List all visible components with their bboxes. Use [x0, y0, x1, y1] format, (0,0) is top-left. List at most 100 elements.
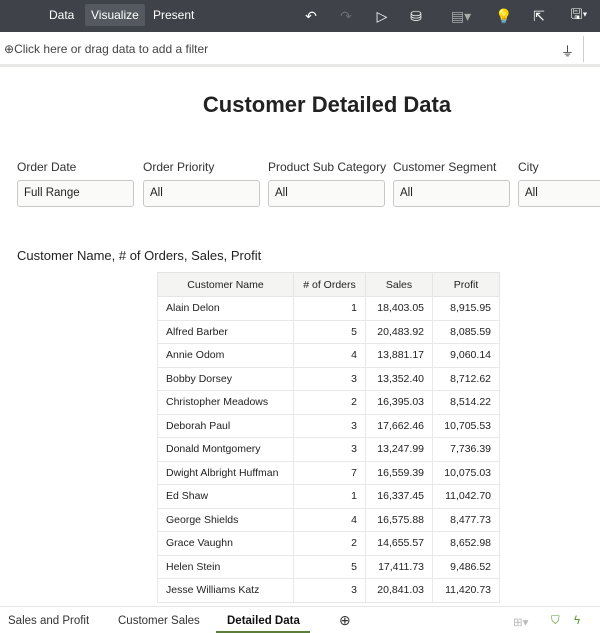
- table-row[interactable]: Alain Delon 1 18,403.05 8,915.95: [157, 296, 500, 321]
- filter-value[interactable]: All: [518, 180, 600, 207]
- cell-customer-name: Annie Odom: [157, 343, 294, 368]
- canvas-tab-sales-and-profit[interactable]: Sales and Profit: [8, 615, 89, 627]
- bookmark-icon[interactable]: ⛉: [551, 615, 560, 628]
- cell-sales: 20,483.92: [365, 319, 433, 344]
- cell-profit: 9,060.14: [432, 343, 500, 368]
- table-row[interactable]: Christopher Meadows 2 16,395.03 8,514.22: [157, 390, 500, 415]
- cell-customer-name: Alain Delon: [157, 296, 294, 321]
- table-title: Customer Name, # of Orders, Sales, Profi…: [17, 248, 262, 263]
- cell-customer-name: Donald Montgomery: [157, 437, 294, 462]
- cell-sales: 17,411.73: [365, 554, 433, 579]
- tab-present[interactable]: Present: [147, 4, 200, 26]
- filter-label: Customer Segment: [393, 160, 497, 174]
- tab-data[interactable]: Data: [43, 4, 80, 26]
- redo-icon[interactable]: ↷: [336, 6, 356, 26]
- filter-bar[interactable]: ⊕Click here or drag data to add a filter…: [0, 32, 600, 67]
- cell-profit: 10,075.03: [432, 460, 500, 485]
- filter-product-sub-category[interactable]: Product Sub Category All: [268, 160, 387, 207]
- cell-customer-name: Dwight Albright Huffman: [157, 460, 294, 485]
- cell-sales: 17,662.46: [365, 413, 433, 438]
- column-header[interactable]: Customer Name: [157, 272, 294, 297]
- cell-orders: 5: [293, 319, 366, 344]
- cell-profit: 8,477.73: [432, 507, 500, 532]
- filter-label: Order Priority: [143, 160, 215, 174]
- add-filter-icon[interactable]: ⊕: [4, 42, 14, 56]
- cell-orders: 1: [293, 296, 366, 321]
- add-canvas-icon[interactable]: ⊕: [339, 612, 351, 629]
- cell-profit: 10,705.53: [432, 413, 500, 438]
- column-header[interactable]: Profit: [432, 272, 500, 297]
- cell-profit: 11,042.70: [432, 484, 500, 509]
- lightning-icon[interactable]: ϟ: [574, 615, 580, 627]
- filter-value[interactable]: All: [268, 180, 385, 207]
- cell-customer-name: Jesse Williams Katz: [157, 578, 294, 603]
- cell-profit: 8,652.98: [432, 531, 500, 556]
- canvas-tab-customer-sales[interactable]: Customer Sales: [118, 615, 200, 627]
- insights-bulb-icon[interactable]: 💡: [494, 6, 514, 26]
- table-row[interactable]: Ed Shaw 1 16,337.45 11,042.70: [157, 484, 500, 509]
- table-row[interactable]: Dwight Albright Huffman 7 16,559.39 10,075.…: [157, 460, 500, 485]
- save-dropdown-icon[interactable]: 🖫▾: [564, 6, 594, 26]
- table-row[interactable]: George Shields 4 16,575.88 8,477.73: [157, 507, 500, 532]
- column-header[interactable]: # of Orders: [293, 272, 366, 297]
- table-row[interactable]: Alfred Barber 5 20,483.92 8,085.59: [157, 319, 500, 344]
- table-row[interactable]: Bobby Dorsey 3 13,352.40 8,712.62: [157, 366, 500, 391]
- cell-orders: 4: [293, 507, 366, 532]
- filter-settings-icon[interactable]: ⏚: [561, 41, 574, 60]
- cell-customer-name: Christopher Meadows: [157, 390, 294, 415]
- table-row[interactable]: Deborah Paul 3 17,662.46 10,705.53: [157, 413, 500, 438]
- filter-value[interactable]: All: [143, 180, 260, 207]
- filter-city[interactable]: City All: [518, 160, 600, 207]
- filter-order-priority[interactable]: Order Priority All: [143, 160, 260, 207]
- layout-dropdown-icon[interactable]: ⊞▾: [513, 615, 528, 629]
- cell-orders: 4: [293, 343, 366, 368]
- cell-customer-name: Helen Stein: [157, 554, 294, 579]
- page-title: Customer Detailed Data: [202, 92, 452, 117]
- canvas-tab-detailed-data[interactable]: Detailed Data: [227, 615, 300, 627]
- cell-orders: 5: [293, 554, 366, 579]
- cell-customer-name: Grace Vaughn: [157, 531, 294, 556]
- cell-profit: 9,486.52: [432, 554, 500, 579]
- cell-profit: 8,085.59: [432, 319, 500, 344]
- table-row[interactable]: Annie Odom 4 13,881.17 9,060.14: [157, 343, 500, 368]
- table-row[interactable]: Grace Vaughn 2 14,655.57 8,652.98: [157, 531, 500, 556]
- filter-label: Product Sub Category: [268, 160, 387, 174]
- cell-sales: 16,575.88: [365, 507, 433, 532]
- divider: [583, 36, 584, 62]
- cell-orders: 7: [293, 460, 366, 485]
- cell-profit: 8,514.22: [432, 390, 500, 415]
- table-row[interactable]: Donald Montgomery 3 13,247.99 7,736.39: [157, 437, 500, 462]
- data-table: Customer Name # of Orders Sales Profit A…: [157, 272, 500, 603]
- table-row[interactable]: Jesse Williams Katz 3 20,841.03 11,420.73: [157, 578, 500, 603]
- cell-orders: 2: [293, 531, 366, 556]
- filter-label: Order Date: [17, 160, 77, 174]
- cell-profit: 8,915.95: [432, 296, 500, 321]
- filter-placeholder[interactable]: Click here or drag data to add a filter: [14, 42, 208, 56]
- cell-sales: 18,403.05: [365, 296, 433, 321]
- top-toolbar: Data Visualize Present ↶ ↷ ▷ ⛁ ▤▾ 💡 ⇱ 🖫▾: [0, 0, 600, 32]
- column-header[interactable]: Sales: [365, 272, 433, 297]
- cell-sales: 13,881.17: [365, 343, 433, 368]
- export-icon[interactable]: ⇱: [529, 6, 549, 26]
- tab-visualize[interactable]: Visualize: [85, 4, 145, 26]
- cell-orders: 3: [293, 366, 366, 391]
- cell-orders: 2: [293, 390, 366, 415]
- cell-customer-name: Ed Shaw: [157, 484, 294, 509]
- filter-order-date[interactable]: Order Date Full Range: [17, 160, 134, 207]
- canvas-tab-bar: Sales and Profit Customer Sales Detailed…: [0, 606, 600, 633]
- filter-customer-segment[interactable]: Customer Segment All: [393, 160, 510, 207]
- cell-sales: 20,841.03: [365, 578, 433, 603]
- table-row[interactable]: Helen Stein 5 17,411.73 9,486.52: [157, 554, 500, 579]
- undo-icon[interactable]: ↶: [301, 6, 321, 26]
- data-refresh-icon[interactable]: ⛁: [406, 6, 426, 26]
- comment-dropdown-icon[interactable]: ▤▾: [446, 6, 476, 26]
- cell-orders: 3: [293, 578, 366, 603]
- play-icon[interactable]: ▷: [372, 6, 392, 26]
- cell-sales: 13,247.99: [365, 437, 433, 462]
- cell-orders: 3: [293, 413, 366, 438]
- cell-sales: 13,352.40: [365, 366, 433, 391]
- cell-profit: 7,736.39: [432, 437, 500, 462]
- cell-profit: 8,712.62: [432, 366, 500, 391]
- filter-value[interactable]: All: [393, 180, 510, 207]
- filter-value[interactable]: Full Range: [17, 180, 134, 207]
